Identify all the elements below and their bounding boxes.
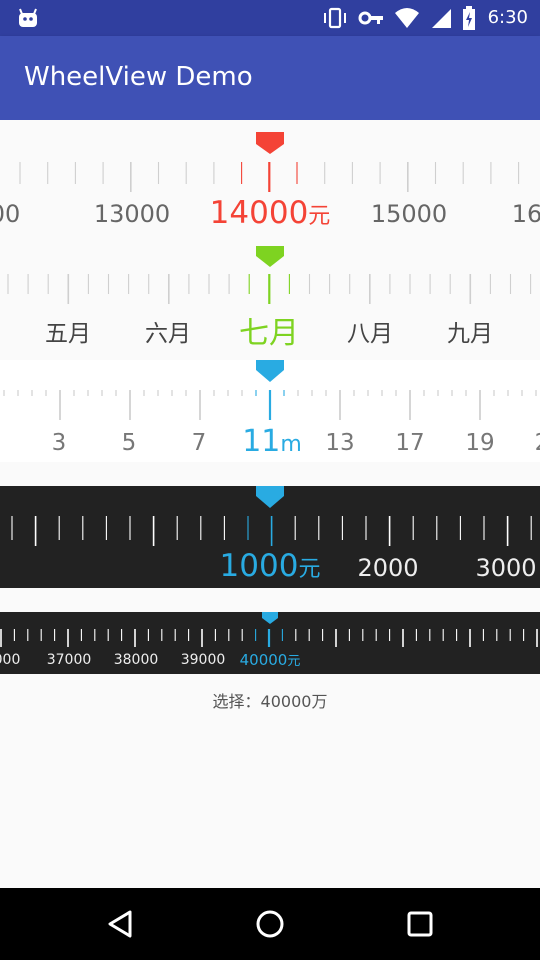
wheel-label: 00 [0, 200, 21, 228]
recents-icon[interactable] [402, 906, 438, 942]
signal-icon [432, 9, 451, 28]
tick-marks [7, 274, 532, 304]
battery-charging-icon [463, 6, 475, 30]
indicator-icon [256, 246, 284, 267]
wheel-label: 000 [0, 652, 21, 668]
tick-marks [3, 390, 537, 420]
wheel-label: 17 [395, 430, 425, 456]
tick-marks [0, 629, 538, 647]
wheel-label: 八月 [347, 321, 393, 347]
wheel-label: 13000 [93, 200, 171, 228]
wheel-view-small-dark[interactable]: 000 37000 38000 39000 40000元 [0, 612, 540, 674]
wheel-label: 九月 [447, 321, 493, 347]
wheel-label: 16 [511, 200, 540, 228]
app-title: WheelView Demo [24, 62, 253, 92]
wheel-view-price[interactable]: 00 13000 14000元 15000 16 [0, 120, 540, 234]
wheel-label: 19 [465, 430, 495, 456]
wheel-label: 2 [535, 430, 540, 456]
wheel-label: 37000 [46, 652, 92, 668]
vpn-key-icon [358, 11, 383, 25]
back-icon[interactable] [102, 906, 138, 942]
selection-result: 选择：40000万 [212, 692, 328, 711]
wheel-label: 7 [191, 430, 207, 456]
wheel-label-selected: 40000元 [239, 651, 301, 669]
indicator-icon [256, 132, 284, 154]
wheel-label: 39000 [180, 652, 226, 668]
wheel-label: 3000 [475, 554, 537, 582]
tick-marks [19, 162, 520, 192]
wheel-label: 38000 [113, 652, 159, 668]
android-icon [19, 8, 37, 27]
wheel-label-selected: 14000元 [209, 195, 331, 231]
status-time: 6:30 [487, 7, 528, 28]
indicator-icon [256, 486, 284, 508]
indicator-icon [256, 360, 284, 382]
wifi-icon [395, 8, 419, 28]
wheel-label-selected: 1000元 [219, 548, 321, 584]
wheel-label-selected: 七月 [239, 316, 299, 348]
home-icon[interactable] [252, 906, 288, 942]
wheel-view-amount-dark[interactable]: 1000元 2000 3000 [0, 486, 540, 588]
tick-marks [11, 516, 532, 546]
wheel-view-length[interactable]: 3 5 7 11m 13 17 19 2 [0, 360, 540, 462]
indicator-icon [262, 612, 278, 624]
vibrate-icon [324, 7, 346, 29]
status-bar: 6:30 [0, 0, 540, 36]
wheel-view-month[interactable]: 五月 六月 七月 八月 九月 [0, 246, 540, 348]
wheel-label-selected: 11m [242, 424, 302, 459]
wheel-label: 六月 [145, 321, 191, 347]
wheel-label: 13 [325, 430, 355, 456]
wheel-label: 5 [121, 430, 137, 456]
wheel-label: 2000 [357, 554, 419, 582]
wheel-label: 五月 [45, 321, 91, 347]
wheel-label: 3 [51, 430, 67, 456]
wheel-label: 15000 [370, 200, 448, 228]
navigation-bar [0, 888, 540, 960]
app-bar: WheelView Demo [0, 36, 540, 120]
